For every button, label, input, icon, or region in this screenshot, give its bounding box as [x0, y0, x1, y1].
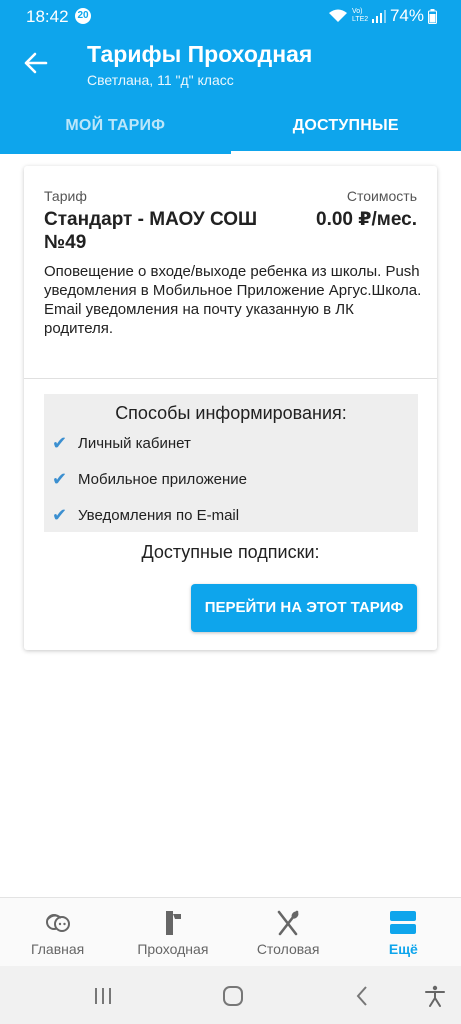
page-subtitle: Светлана, 11 "д" класс [87, 72, 234, 88]
tab-my-tariff[interactable]: МОЙ ТАРИФ [0, 104, 231, 154]
tab-bar: МОЙ ТАРИФ ДОСТУПНЫЕ [0, 104, 461, 154]
method-item: ✔ Мобильное приложение [52, 468, 247, 490]
nav-label: Проходная [137, 941, 209, 957]
recent-apps-icon[interactable] [91, 984, 115, 1008]
home-icon[interactable] [221, 984, 245, 1008]
app-bar: Тарифы Проходная Светлана, 11 "д" класс [0, 32, 461, 104]
tariff-price: 0.00 ₽/мес. [316, 209, 417, 230]
checkmark-icon: ✔ [52, 504, 68, 525]
method-label: Уведомления по E-mail [78, 506, 240, 524]
status-bar: 18:42 20 Vo) LTE2 74% [0, 0, 461, 32]
notification-badge: 20 [75, 8, 91, 24]
tariff-label: Тариф [44, 188, 87, 204]
nav-label: Столовая [256, 941, 320, 957]
methods-title: Способы информирования: [115, 403, 347, 423]
battery-icon [428, 8, 437, 24]
cost-label: Стоимость [346, 188, 417, 204]
tariff-card: Тариф Стоимость Стандарт - МАОУ СОШ №49 … [24, 166, 437, 650]
battery-percent: 74% [389, 6, 424, 25]
nav-label: Главная [30, 941, 85, 957]
faces-icon [45, 914, 70, 932]
method-label: Личный кабинет [78, 434, 191, 452]
system-nav-bar [0, 966, 461, 1024]
page-title: Тарифы Проходная [87, 41, 313, 67]
description-line: Оповещение о входе/выходе ребенка из шко… [44, 263, 422, 299]
network-type: Vo) LTE2 [351, 8, 369, 23]
tariff-description: Оповещение о входе/выходе ребенка из шко… [44, 262, 424, 338]
nav-item-checkpoint[interactable]: Проходная [115, 898, 230, 966]
menu-icon [390, 911, 417, 934]
nav-item-home[interactable]: Главная [0, 898, 115, 966]
subscriptions-title: Доступные подписки: [141, 542, 320, 562]
accessibility-icon[interactable] [423, 984, 447, 1008]
switch-tariff-button[interactable]: ПЕРЕЙТИ НА ЭТОТ ТАРИФ [191, 584, 417, 632]
wifi-icon [328, 9, 347, 22]
divider [24, 378, 437, 379]
tariff-name: Стандарт - МАОУ СОШ №49 [44, 209, 258, 253]
method-item: ✔ Личный кабинет [52, 432, 191, 454]
back-icon[interactable] [350, 984, 374, 1008]
nav-label: Ещё [388, 941, 418, 957]
status-indicators: Vo) LTE2 74% [328, 6, 437, 26]
back-arrow-icon[interactable] [22, 50, 48, 76]
nav-item-more[interactable]: Ещё [346, 898, 461, 966]
status-time: 18:42 [26, 7, 69, 26]
description-line: Email уведомления на почту указанную в Л… [44, 301, 354, 337]
fork-spoon-icon [277, 910, 299, 936]
tab-available[interactable]: ДОСТУПНЫЕ [230, 104, 461, 154]
notification-methods: Способы информирования: ✔ Личный кабинет… [44, 394, 418, 532]
signal-icon [371, 10, 386, 23]
method-label: Мобильное приложение [78, 470, 247, 488]
turnstile-icon [165, 911, 181, 935]
checkmark-icon: ✔ [52, 468, 68, 489]
bottom-nav: Главная Проходная Столовая Ещё [0, 897, 461, 966]
checkmark-icon: ✔ [52, 432, 68, 453]
method-item: ✔ Уведомления по E-mail [52, 504, 239, 526]
nav-item-canteen[interactable]: Столовая [231, 898, 346, 966]
